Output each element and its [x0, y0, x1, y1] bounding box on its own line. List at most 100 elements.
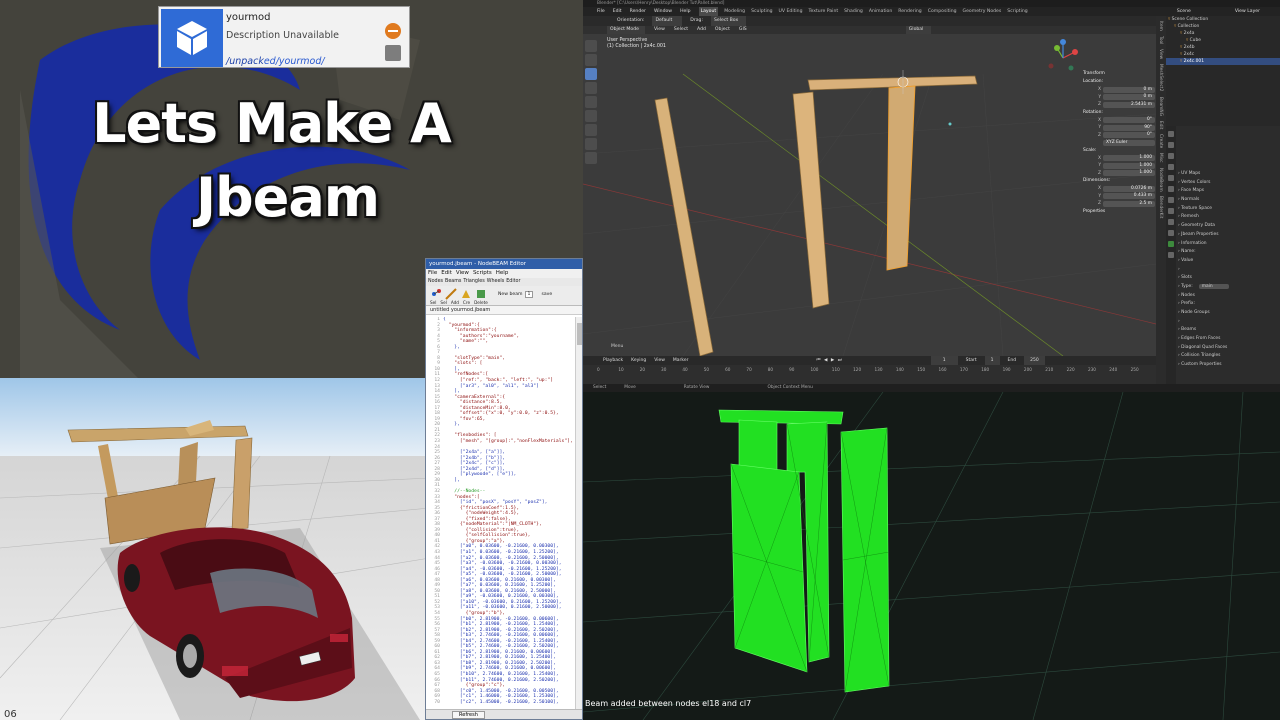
timeline-ruler[interactable]: 0 10 20 30 40 50 60 70 80 90 100 110 120 130 140 150 160…	[583, 365, 1156, 375]
n-panel-tab[interactable]: NodeBeam	[1158, 168, 1163, 192]
workspace-tab[interactable]: Texture Paint	[809, 7, 839, 16]
tab-wheels[interactable]: Wheels	[487, 278, 505, 286]
mode-select[interactable]: Object Mode	[607, 26, 645, 34]
property-row[interactable]: › Type: main	[1178, 283, 1278, 292]
properties-section[interactable]: Properties	[1083, 208, 1155, 216]
n-panel-tab[interactable]: Tool	[1158, 36, 1163, 44]
editor-scrollbar-thumb[interactable]	[577, 323, 582, 345]
blender-menu-edit[interactable]: Edit	[613, 7, 622, 16]
property-row[interactable]: › Prefix:	[1178, 300, 1278, 309]
modifier-props-icon[interactable]	[1168, 208, 1174, 214]
add-icon[interactable]	[460, 288, 472, 300]
outliner-item[interactable]: ▿ 2x4c.001	[1166, 58, 1280, 65]
slot-type-field[interactable]: main	[1198, 283, 1229, 289]
new-beam-select[interactable]: 1	[524, 291, 534, 298]
current-frame-field[interactable]: 1	[930, 356, 958, 365]
outliner-item[interactable]: ▿ Cube	[1166, 37, 1280, 44]
property-row[interactable]: › Remesh	[1178, 213, 1278, 222]
blender-menu-help[interactable]: Help	[680, 7, 690, 16]
blender-menu-render[interactable]: Render	[630, 7, 646, 16]
workspace-tab[interactable]: Shading	[844, 7, 863, 16]
rotation-x-field[interactable]: 0°	[1103, 117, 1155, 124]
save-dropdown[interactable]: save	[541, 292, 552, 297]
property-row[interactable]: › Edges From Faces	[1178, 335, 1278, 344]
game-viewport[interactable]: 06	[0, 378, 430, 720]
rotation-y-field[interactable]: 90°	[1103, 124, 1155, 131]
annotate-tool-icon[interactable]	[585, 124, 597, 136]
location-z-field[interactable]: 2.5431 m	[1103, 101, 1155, 108]
property-row[interactable]: › Collision Triangles	[1178, 352, 1278, 361]
code-line[interactable]: 23 ["mesh", "[group]:","nonFlexMaterials…	[428, 439, 576, 445]
orientation-select[interactable]: Default	[652, 16, 683, 26]
file-tab[interactable]: untitled yourmod.jbeam	[426, 306, 582, 315]
property-row[interactable]: › Node Groups	[1178, 309, 1278, 318]
workspace-tab[interactable]: Animation	[869, 7, 892, 16]
property-row[interactable]: › Diagonal Quad Faces	[1178, 344, 1278, 353]
rotation-mode-select[interactable]: XYZ Euler	[1103, 139, 1155, 146]
view-layer-selector[interactable]: View Layer	[1235, 7, 1280, 16]
rotation-z-field[interactable]: 0°	[1103, 132, 1155, 139]
property-row[interactable]: › Nodes	[1178, 292, 1278, 301]
create-icon[interactable]	[475, 288, 487, 300]
blender-menu-file[interactable]: File	[597, 7, 605, 16]
tab-beams[interactable]: Beams	[445, 278, 461, 286]
physics-props-icon[interactable]	[1168, 219, 1174, 225]
scene-props-icon[interactable]	[1168, 175, 1174, 181]
property-row[interactable]: › Texture Space	[1178, 205, 1278, 214]
viewport-menu-view[interactable]: View	[654, 26, 665, 34]
3d-viewport[interactable]: User Perspective (1) Collection | 2x4c.0…	[583, 34, 1156, 356]
timeline[interactable]: Playback Keying View Marker ⏮ ◀ ▶ ⏭ 1 St…	[583, 356, 1156, 384]
editor-titlebar[interactable]: yourmod.jbeam - NodeBEAM Editor	[426, 259, 582, 269]
select-tool-icon[interactable]	[585, 54, 597, 66]
workspace-tab[interactable]: Rendering	[898, 7, 921, 16]
tab-nodes[interactable]: Nodes	[428, 278, 443, 286]
start-frame-field[interactable]: 1	[984, 356, 1000, 365]
menu-help[interactable]: Help	[496, 269, 509, 278]
scale-y-field[interactable]: 1.000	[1103, 162, 1155, 169]
output-props-icon[interactable]	[1168, 153, 1174, 159]
navigation-gizmo-icon[interactable]	[1045, 38, 1081, 78]
view-layer-props-icon[interactable]	[1168, 164, 1174, 170]
editor-scrollbar[interactable]	[575, 317, 582, 709]
property-row[interactable]: › Face Maps	[1178, 187, 1278, 196]
property-row[interactable]: ›	[1178, 266, 1278, 275]
n-panel-tab[interactable]: Edit	[1158, 121, 1163, 129]
workspace-tab[interactable]: Modeling	[724, 7, 745, 16]
outliner-item[interactable]: ▿ 2x4b	[1166, 44, 1280, 51]
material-props-icon[interactable]	[1168, 252, 1174, 258]
tool-props-icon[interactable]	[1168, 131, 1174, 137]
viewport-menu-add[interactable]: Add	[697, 26, 706, 34]
property-row[interactable]: ›	[1178, 318, 1278, 327]
tab-triangles[interactable]: Triangles	[463, 278, 484, 286]
toolbar-delete-label[interactable]: Delete	[474, 300, 488, 305]
render-props-icon[interactable]	[1168, 142, 1174, 148]
outliner[interactable]: ▿ Scene Collection ▿ Collection ▿ 2x4a ▿ Cu…	[1166, 16, 1280, 126]
timeline-menu-marker[interactable]: Marker	[673, 356, 689, 365]
select-nodes-icon[interactable]	[430, 288, 442, 300]
add-cube-tool-icon[interactable]	[585, 152, 597, 164]
dimensions-z-field[interactable]: 2.5 m	[1103, 200, 1155, 207]
menu-scripts[interactable]: Scripts	[473, 269, 492, 278]
package-icon[interactable]	[385, 45, 401, 61]
timeline-menu-view[interactable]: View	[654, 356, 665, 365]
property-row[interactable]: › UV Maps	[1178, 170, 1278, 179]
n-panel-tab[interactable]: BlenderKit	[1158, 196, 1163, 218]
code-editor[interactable]: 1{2 "yourmod":{3 "information":{4 "autho…	[426, 317, 576, 709]
drag-select[interactable]: Select Box	[711, 16, 747, 26]
property-row[interactable]: › Normals	[1178, 196, 1278, 205]
viewport-menu-object[interactable]: Object	[715, 26, 730, 34]
constraint-props-icon[interactable]	[1168, 230, 1174, 236]
property-row[interactable]: › Beams	[1178, 326, 1278, 335]
viewport-menu-hint[interactable]: Menu	[611, 344, 623, 349]
menu-file[interactable]: File	[428, 269, 437, 278]
viewport-menu-gis[interactable]: GIS	[739, 26, 747, 34]
workspace-tab[interactable]: Compositing	[928, 7, 957, 16]
property-row[interactable]: › Custom Properties	[1178, 361, 1278, 370]
tab-editor[interactable]: Editor	[506, 278, 520, 286]
select-beams-icon[interactable]	[445, 288, 457, 300]
dimensions-x-field[interactable]: 0.0726 m	[1103, 185, 1155, 192]
playback-controls[interactable]: ⏮ ◀ ▶ ⏭	[816, 356, 842, 365]
code-line[interactable]: 70 ["c2", 1.45000, -0.21600, 2.50100],	[428, 700, 576, 706]
outliner-item[interactable]: ▿ Collection	[1166, 23, 1280, 30]
transform-tool-icon[interactable]	[585, 110, 597, 122]
